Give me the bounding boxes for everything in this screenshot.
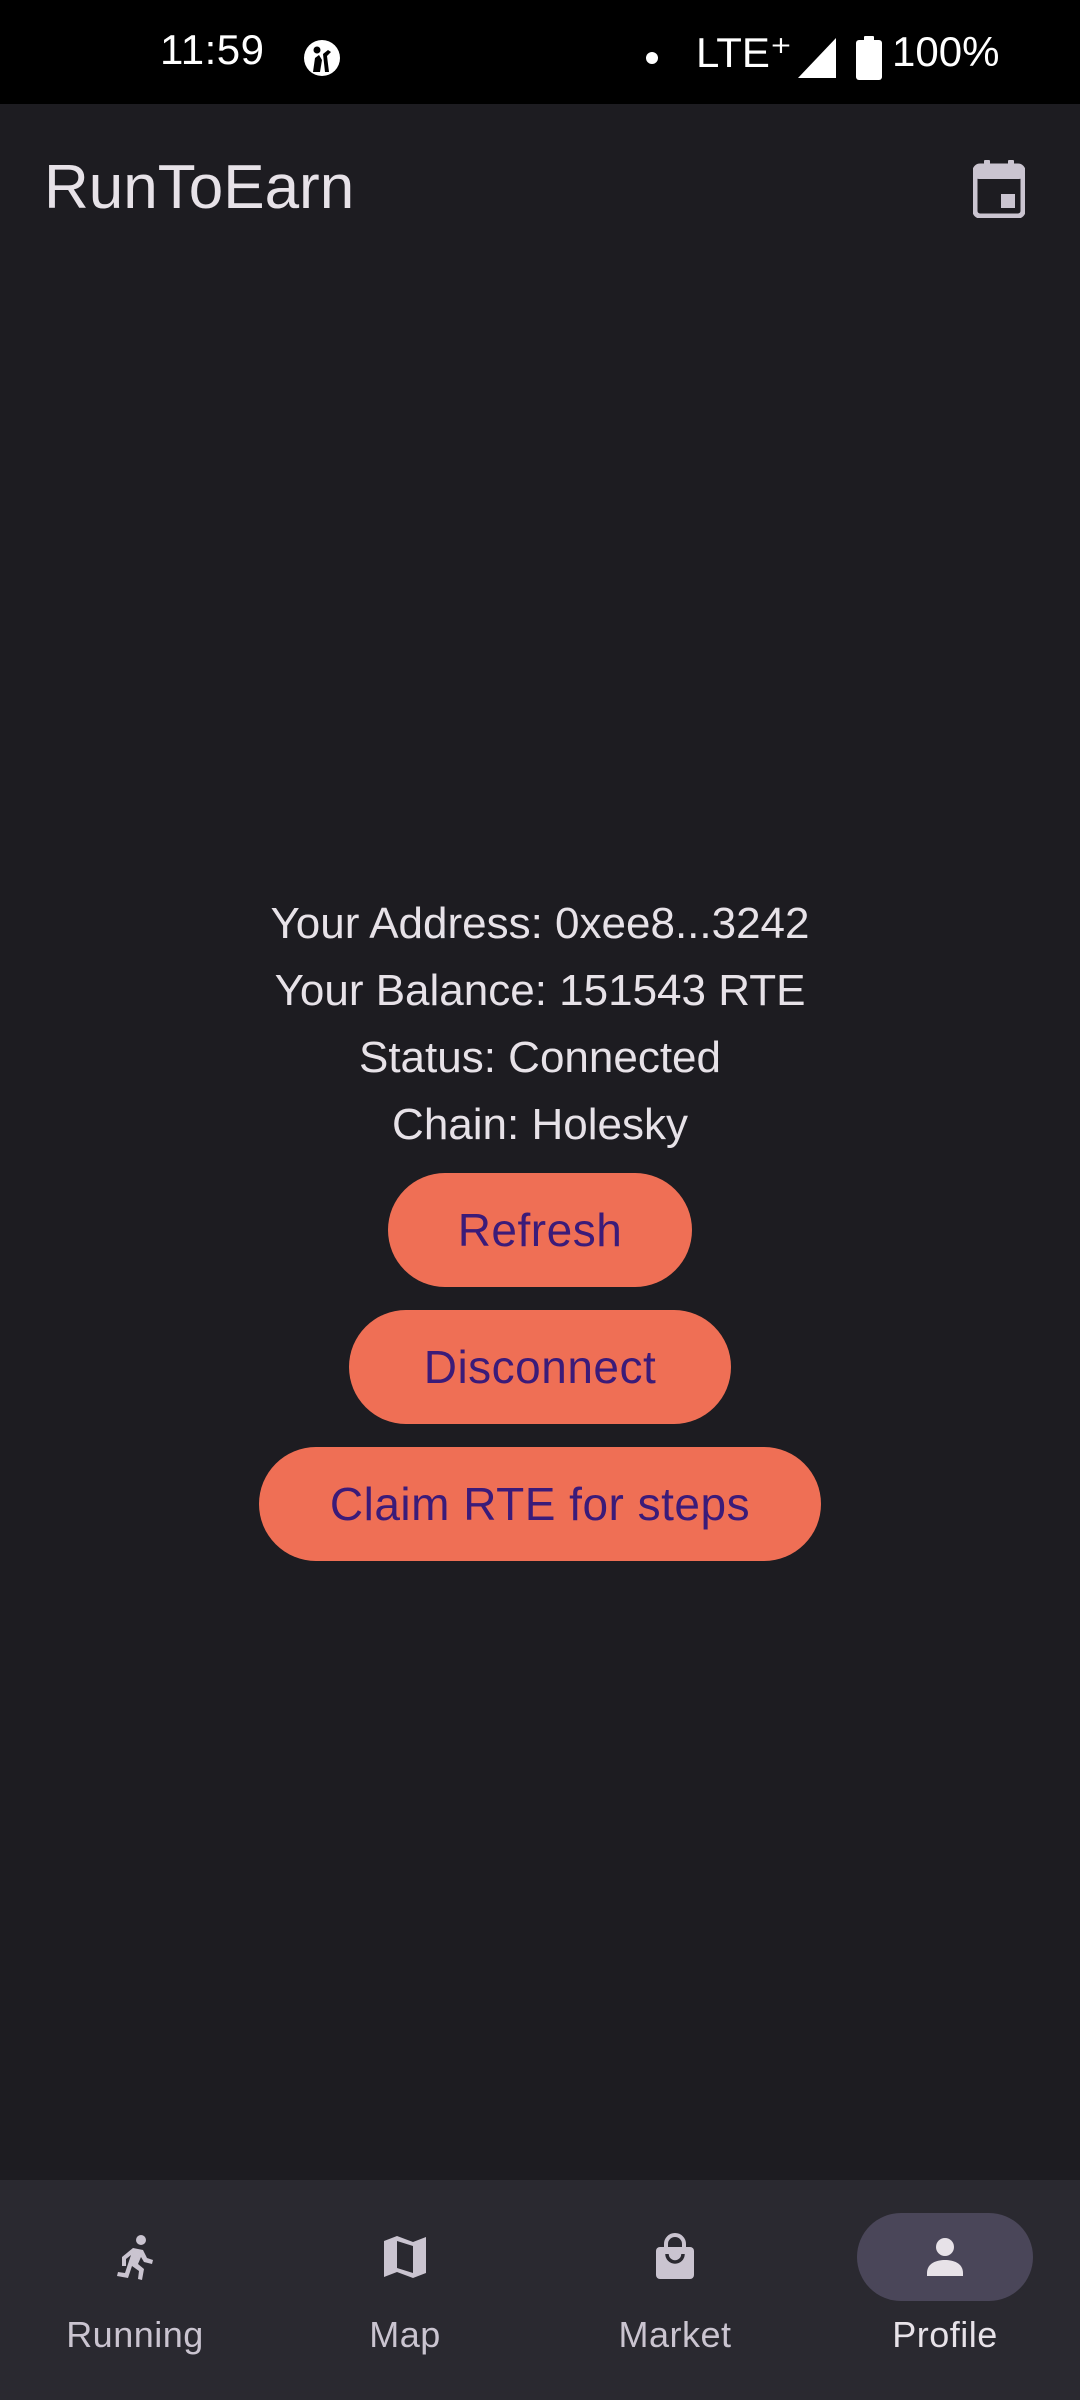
address-text: Your Address: 0xee8...3242 — [270, 899, 810, 948]
status-time: 11:59 — [160, 26, 265, 73]
calendar-icon — [972, 159, 1026, 223]
map-icon — [381, 2233, 429, 2281]
notification-dot-icon — [646, 52, 658, 64]
balance-text: Your Balance: 151543 RTE — [274, 966, 806, 1015]
claim-rte-button[interactable]: Claim RTE for steps — [259, 1447, 821, 1561]
nav-label: Market — [618, 2314, 732, 2355]
person-icon — [921, 2233, 969, 2281]
status-bar: 11:59 LTE⁺ 100% — [0, 0, 1080, 104]
network-type: LTE⁺ — [696, 29, 793, 76]
nav-item-running[interactable]: Running — [0, 2180, 270, 2400]
bottom-navigation: Running Map Market Profile — [0, 2180, 1080, 2400]
battery-level: 100% — [892, 28, 1000, 75]
running-icon — [111, 2233, 159, 2281]
nav-label: Map — [369, 2314, 441, 2355]
disconnect-button[interactable]: Disconnect — [349, 1310, 731, 1424]
nav-item-map[interactable]: Map — [270, 2180, 540, 2400]
nav-item-profile[interactable]: Profile — [810, 2180, 1080, 2400]
profile-screen: 11:59 LTE⁺ 100% RunToEarn Your Address: … — [0, 0, 1080, 2400]
signal-icon — [798, 38, 836, 78]
chain-text: Chain: Holesky — [392, 1100, 688, 1149]
app-notification-icon — [302, 38, 342, 78]
shopping-bag-icon — [651, 2233, 699, 2281]
app-bar: RunToEarn — [0, 104, 1080, 280]
calendar-button[interactable] — [954, 146, 1044, 236]
app-title: RunToEarn — [44, 153, 355, 222]
wallet-info: Your Address: 0xee8...3242 Your Balance:… — [0, 890, 1080, 1561]
battery-icon — [856, 36, 882, 80]
status-text: Status: Connected — [358, 1033, 721, 1082]
nav-label: Profile — [892, 2314, 998, 2355]
refresh-button[interactable]: Refresh — [388, 1173, 692, 1287]
nav-item-market[interactable]: Market — [540, 2180, 810, 2400]
nav-label: Running — [66, 2314, 204, 2355]
